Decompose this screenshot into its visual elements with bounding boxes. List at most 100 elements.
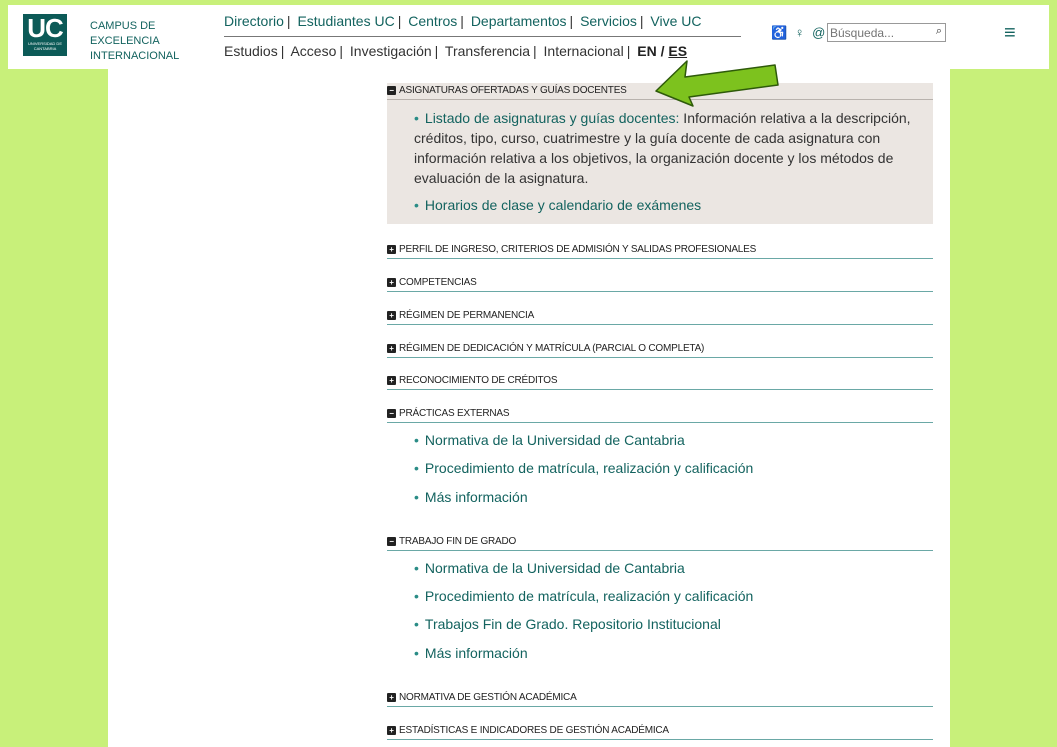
section-title: RECONOCIMIENTO DE CRÉDITOS bbox=[399, 374, 558, 386]
nav-separator: | bbox=[434, 43, 439, 59]
list-item: • Más información bbox=[414, 643, 528, 663]
nav-estudios[interactable]: Estudios bbox=[224, 43, 278, 59]
nav-separator: | bbox=[533, 43, 537, 59]
nav-vive-uc[interactable]: Vive UC bbox=[650, 13, 701, 29]
minus-box-icon[interactable]: − bbox=[387, 85, 396, 95]
secondary-nav: Estudios | Acceso | Investigación | Transfe… bbox=[224, 43, 687, 59]
logo-text: UC bbox=[27, 13, 64, 43]
link-repositorio[interactable]: Trabajos Fin de Grado. Repositorio Insti… bbox=[425, 616, 721, 632]
campus-line-3: INTERNACIONAL bbox=[90, 50, 180, 62]
nav-servicios[interactable]: Servicios bbox=[580, 13, 637, 29]
section-title: ASIGNATURAS OFERTADAS Y GUÍAS DOCENTES bbox=[399, 84, 627, 96]
section-title: RÉGIMEN DE PERMANENCIA bbox=[399, 309, 535, 321]
section-competencias[interactable]: + COMPETENCIAS bbox=[387, 275, 933, 292]
nav-departamentos[interactable]: Departamentos bbox=[471, 13, 567, 29]
section-title: NORMATIVA DE GESTIÓN ACADÉMICA bbox=[399, 691, 577, 703]
nav-separator: | bbox=[626, 43, 631, 59]
minus-box-icon[interactable]: − bbox=[387, 408, 396, 418]
nav-acceso[interactable]: Acceso bbox=[290, 43, 336, 59]
section-title: PRÁCTICAS EXTERNAS bbox=[399, 407, 510, 419]
link-mas-informacion[interactable]: Más información bbox=[425, 489, 528, 505]
plus-box-icon[interactable]: + bbox=[387, 692, 396, 702]
bullet-icon: • bbox=[414, 645, 419, 661]
section-title: TRABAJO FIN DE GRADO bbox=[399, 535, 517, 547]
nav-directorio[interactable]: Directorio bbox=[224, 13, 284, 29]
section-perfil[interactable]: + PERFIL DE INGRESO, CRITERIOS DE ADMISI… bbox=[387, 242, 933, 259]
nav-estudiantes[interactable]: Estudiantes UC bbox=[297, 13, 394, 29]
hamburger-menu-icon[interactable]: ≡ bbox=[1004, 22, 1016, 45]
nav-separator: | bbox=[460, 13, 464, 29]
list-item: • Normativa de la Universidad de Cantabri… bbox=[414, 430, 685, 450]
section-header[interactable]: + RÉGIMEN DE PERMANENCIA bbox=[387, 308, 933, 325]
uc-logo[interactable]: UC UNIVERSIDAD DE CANTABRIA bbox=[23, 14, 67, 56]
section-header[interactable]: + RECONOCIMIENTO DE CRÉDITOS bbox=[387, 373, 933, 390]
list-item: • Trabajos Fin de Grado. Repositorio Inst… bbox=[414, 614, 721, 634]
section-normativa[interactable]: + NORMATIVA DE GESTIÓN ACADÉMICA bbox=[387, 690, 933, 707]
nav-separator: | bbox=[286, 13, 291, 29]
link-normativa-uc[interactable]: Normativa de la Universidad de Cantabria bbox=[425, 432, 685, 448]
minus-box-icon[interactable]: − bbox=[387, 536, 396, 546]
page-frame: UC UNIVERSIDAD DE CANTABRIA CAMPUS DE EX… bbox=[0, 0, 1057, 747]
site-header: UC UNIVERSIDAD DE CANTABRIA CAMPUS DE EX… bbox=[8, 5, 1049, 69]
nav-separator: | bbox=[397, 13, 402, 29]
top-nav: Directorio | Estudiantes UC | Centros | Dep… bbox=[224, 13, 701, 29]
campus-label: CAMPUS DE EXCELENCIA INTERNACIONAL bbox=[90, 19, 179, 64]
plus-box-icon[interactable]: + bbox=[387, 244, 396, 254]
section-permanencia[interactable]: + RÉGIMEN DE PERMANENCIA bbox=[387, 308, 933, 325]
section-dedicacion[interactable]: + RÉGIMEN DE DEDICACIÓN Y MATRÍCULA (PAR… bbox=[387, 341, 933, 358]
section-header[interactable]: − PRÁCTICAS EXTERNAS bbox=[387, 406, 933, 423]
section-title: COMPETENCIAS bbox=[399, 276, 477, 288]
link-mas-informacion[interactable]: Más información bbox=[425, 645, 528, 661]
search-input[interactable] bbox=[830, 25, 926, 40]
main-content: − ASIGNATURAS OFERTADAS Y GUÍAS DOCENTES… bbox=[108, 69, 950, 747]
bullet-icon: • bbox=[414, 489, 419, 505]
nav-internacional[interactable]: Internacional bbox=[544, 43, 624, 59]
plus-box-icon[interactable]: + bbox=[387, 343, 396, 353]
plus-box-icon[interactable]: + bbox=[387, 375, 396, 385]
search-icon[interactable]: ⌕ bbox=[936, 25, 942, 38]
list-item: • Normativa de la Universidad de Cantabri… bbox=[414, 558, 685, 578]
list-item: • Procedimiento de matrícula, realización… bbox=[414, 586, 753, 606]
section-header[interactable]: + COMPETENCIAS bbox=[387, 275, 933, 292]
green-arrow-icon bbox=[655, 60, 779, 107]
plus-box-icon[interactable]: + bbox=[387, 310, 396, 320]
list-item: • Procedimiento de matrícula, realización… bbox=[414, 458, 753, 478]
campus-line-1: CAMPUS DE bbox=[90, 20, 156, 32]
nav-divider bbox=[224, 36, 741, 37]
bullet-icon: • bbox=[414, 460, 419, 476]
section-header[interactable]: + RÉGIMEN DE DEDICACIÓN Y MATRÍCULA (PAR… bbox=[387, 341, 933, 358]
bullet-icon: • bbox=[414, 110, 419, 126]
nav-investigacion[interactable]: Investigación bbox=[350, 43, 432, 59]
link-procedimiento[interactable]: Procedimiento de matrícula, realización … bbox=[425, 588, 753, 604]
list-item: • Horarios de clase y calendario de exáme… bbox=[414, 195, 701, 215]
logo-subtext: UNIVERSIDAD DE CANTABRIA bbox=[27, 41, 62, 51]
accessibility-icons[interactable]: ♿ ♀ @ bbox=[771, 25, 827, 41]
nav-separator: | bbox=[339, 43, 344, 59]
section-header[interactable]: + PERFIL DE INGRESO, CRITERIOS DE ADMISI… bbox=[387, 242, 933, 259]
bullet-icon: • bbox=[414, 197, 419, 213]
link-procedimiento[interactable]: Procedimiento de matrícula, realización … bbox=[425, 460, 753, 476]
section-estadisticas[interactable]: + ESTADÍSTICAS E INDICADORES DE GESTIÓN … bbox=[387, 723, 933, 740]
section-header[interactable]: − TRABAJO FIN DE GRADO bbox=[387, 534, 933, 551]
list-item: • Listado de asignaturas y guías docentes… bbox=[414, 108, 929, 188]
section-header[interactable]: + ESTADÍSTICAS E INDICADORES DE GESTIÓN … bbox=[387, 723, 933, 740]
plus-box-icon[interactable]: + bbox=[387, 725, 396, 735]
list-item: • Más información bbox=[414, 487, 528, 507]
section-title: ESTADÍSTICAS E INDICADORES DE GESTIÓN AC… bbox=[399, 724, 669, 736]
link-listado-asignaturas[interactable]: Listado de asignaturas y guías docentes: bbox=[425, 110, 680, 126]
section-header[interactable]: + NORMATIVA DE GESTIÓN ACADÉMICA bbox=[387, 690, 933, 707]
section-practicas[interactable]: − PRÁCTICAS EXTERNAS bbox=[387, 406, 933, 423]
section-title: RÉGIMEN DE DEDICACIÓN Y MATRÍCULA (PARCI… bbox=[399, 342, 705, 354]
link-horarios[interactable]: Horarios de clase y calendario de exámen… bbox=[425, 197, 701, 213]
section-tfg[interactable]: − TRABAJO FIN DE GRADO bbox=[387, 534, 933, 551]
section-title: PERFIL DE INGRESO, CRITERIOS DE ADMISIÓN… bbox=[399, 243, 757, 255]
section-reconocimiento[interactable]: + RECONOCIMIENTO DE CRÉDITOS bbox=[387, 373, 933, 390]
nav-separator: | bbox=[569, 13, 574, 29]
plus-box-icon[interactable]: + bbox=[387, 277, 396, 287]
campus-line-2: EXCELENCIA bbox=[90, 35, 160, 47]
link-normativa-uc[interactable]: Normativa de la Universidad de Cantabria bbox=[425, 560, 685, 576]
bullet-icon: • bbox=[414, 560, 419, 576]
nav-centros[interactable]: Centros bbox=[408, 13, 457, 29]
nav-separator: | bbox=[639, 13, 644, 29]
nav-transferencia[interactable]: Transferencia bbox=[445, 43, 530, 59]
